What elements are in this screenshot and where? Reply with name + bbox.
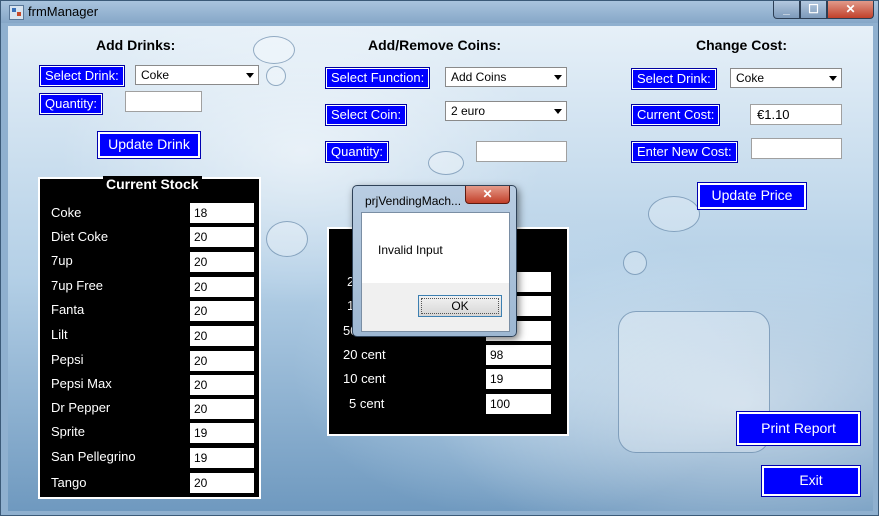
cost-select-drink-label: Select Drink:	[631, 68, 717, 90]
app-icon	[9, 5, 24, 20]
coin-value-text: 19	[490, 372, 504, 386]
exit-button[interactable]: Exit	[761, 465, 861, 497]
coin-value-text: 100	[490, 397, 511, 411]
stock-value-text: 20	[194, 354, 208, 368]
coins-heading: Add/Remove Coins:	[368, 37, 502, 53]
update-price-button[interactable]: Update Price	[697, 182, 807, 210]
current-cost-value: €1.10	[757, 107, 790, 122]
stock-item-name: Tango	[51, 475, 87, 490]
bubble-decoration	[266, 66, 286, 86]
quantity-label: Quantity:	[38, 93, 104, 115]
stock-item-value[interactable]: 18	[190, 203, 254, 223]
stock-item-name: Coke	[51, 205, 82, 220]
stock-item-name: Lilt	[51, 327, 68, 342]
add-drinks-heading: Add Drinks:	[96, 37, 176, 53]
cost-drink-select[interactable]: Coke	[730, 68, 842, 88]
stock-item-value[interactable]: 20	[190, 252, 254, 272]
stock-value-text: 18	[194, 206, 208, 220]
change-cost-heading: Change Cost:	[696, 37, 787, 53]
dialog-title: prjVendingMach...	[365, 194, 462, 208]
stock-item-name: Sprite	[51, 424, 85, 439]
minimize-button[interactable]: _	[773, 1, 800, 19]
stock-item-name: Dr Pepper	[51, 400, 111, 415]
stock-value-text: 20	[194, 230, 208, 244]
app-window: frmManager _ ☐ ✕ Add Drinks: Select Drin…	[0, 0, 879, 516]
dialog-body: Invalid Input OK	[361, 212, 510, 332]
coin-select[interactable]: 2 euro	[445, 101, 567, 121]
stock-item-value[interactable]: 20	[190, 351, 254, 371]
stock-item-value[interactable]: 20	[190, 375, 254, 395]
dialog-message: Invalid Input	[378, 243, 443, 257]
function-select[interactable]: Add Coins	[445, 67, 567, 87]
stock-value-text: 20	[194, 378, 208, 392]
coin-quantity-label: Quantity:	[324, 141, 390, 163]
dialog-footer: OK	[362, 283, 509, 331]
stock-item-name: 7up Free	[51, 278, 104, 293]
drink-quantity-input[interactable]	[125, 91, 202, 112]
print-report-button[interactable]: Print Report	[736, 411, 861, 446]
current-stock-title: Current Stock	[103, 176, 202, 192]
dialog-close-button[interactable]: ✕	[465, 186, 510, 204]
stock-item-name: Pepsi	[51, 352, 84, 367]
chevron-down-icon	[246, 73, 254, 78]
title-bar[interactable]: frmManager _ ☐ ✕	[1, 1, 878, 23]
stock-value-text: 20	[194, 255, 208, 269]
stock-value-text: 20	[194, 304, 208, 318]
bubble-decoration	[428, 151, 464, 175]
stock-item-value[interactable]: 20	[190, 227, 254, 247]
stock-value-text: 20	[194, 476, 208, 490]
drink-select-value: Coke	[141, 68, 170, 82]
stock-item-name: Fanta	[51, 302, 85, 317]
ok-button[interactable]: OK	[418, 295, 502, 317]
coin-item-value[interactable]: 100	[486, 394, 551, 414]
stock-item-value[interactable]: 19	[190, 448, 254, 468]
maximize-button[interactable]: ☐	[800, 1, 827, 19]
stock-item-value[interactable]: 20	[190, 277, 254, 297]
stock-value-text: 20	[194, 280, 208, 294]
chevron-down-icon	[829, 76, 837, 81]
bubble-decoration	[266, 221, 308, 257]
coin-item-name: 5 cent	[349, 396, 385, 411]
chevron-down-icon	[554, 75, 562, 80]
stock-item-name: San Pellegrino	[51, 449, 136, 464]
stock-value-text: 20	[194, 329, 208, 343]
stock-item-value[interactable]: 20	[190, 473, 254, 493]
new-cost-input[interactable]	[751, 138, 842, 159]
coin-item-name: 10 cent	[343, 371, 386, 386]
window-title: frmManager	[28, 4, 99, 19]
stock-item-value[interactable]: 20	[190, 326, 254, 346]
update-drink-button[interactable]: Update Drink	[97, 131, 201, 159]
coin-quantity-input[interactable]	[476, 141, 567, 162]
stock-value-text: 19	[194, 426, 208, 440]
stock-value-text: 19	[194, 451, 208, 465]
stock-item-value[interactable]: 19	[190, 423, 254, 443]
new-cost-label: Enter New Cost:	[631, 141, 738, 163]
bubble-decoration	[648, 196, 700, 232]
message-dialog: prjVendingMach... ✕ Invalid Input OK	[352, 185, 517, 337]
function-select-value: Add Coins	[451, 70, 507, 84]
coin-item-value[interactable]: 19	[486, 369, 551, 389]
chevron-down-icon	[554, 109, 562, 114]
stock-item-name: Diet Coke	[51, 229, 109, 244]
close-button[interactable]: ✕	[827, 1, 874, 19]
stock-item-name: 7up	[51, 253, 73, 268]
select-drink-label: Select Drink:	[39, 65, 125, 87]
coin-item-value[interactable]: 98	[486, 345, 551, 365]
stock-item-name: Pepsi Max	[51, 376, 112, 391]
current-cost-field: €1.10	[750, 104, 842, 125]
bubble-decoration	[623, 251, 647, 275]
select-function-label: Select Function:	[324, 67, 431, 89]
coin-select-value: 2 euro	[451, 104, 486, 118]
current-cost-label: Current Cost:	[630, 104, 721, 126]
coin-value-text: 98	[490, 348, 504, 362]
cost-drink-select-value: Coke	[736, 71, 765, 85]
select-coin-label: Select Coin:	[324, 104, 408, 126]
stock-value-text: 20	[194, 402, 208, 416]
current-stock-panel: Current Stock Coke 18 Diet Coke 20 7up 2…	[38, 176, 261, 499]
stock-item-value[interactable]: 20	[190, 399, 254, 419]
coin-item-name: 20 cent	[343, 347, 386, 362]
drink-select[interactable]: Coke	[135, 65, 259, 85]
bubble-decoration	[253, 36, 295, 64]
stock-item-value[interactable]: 20	[190, 301, 254, 321]
